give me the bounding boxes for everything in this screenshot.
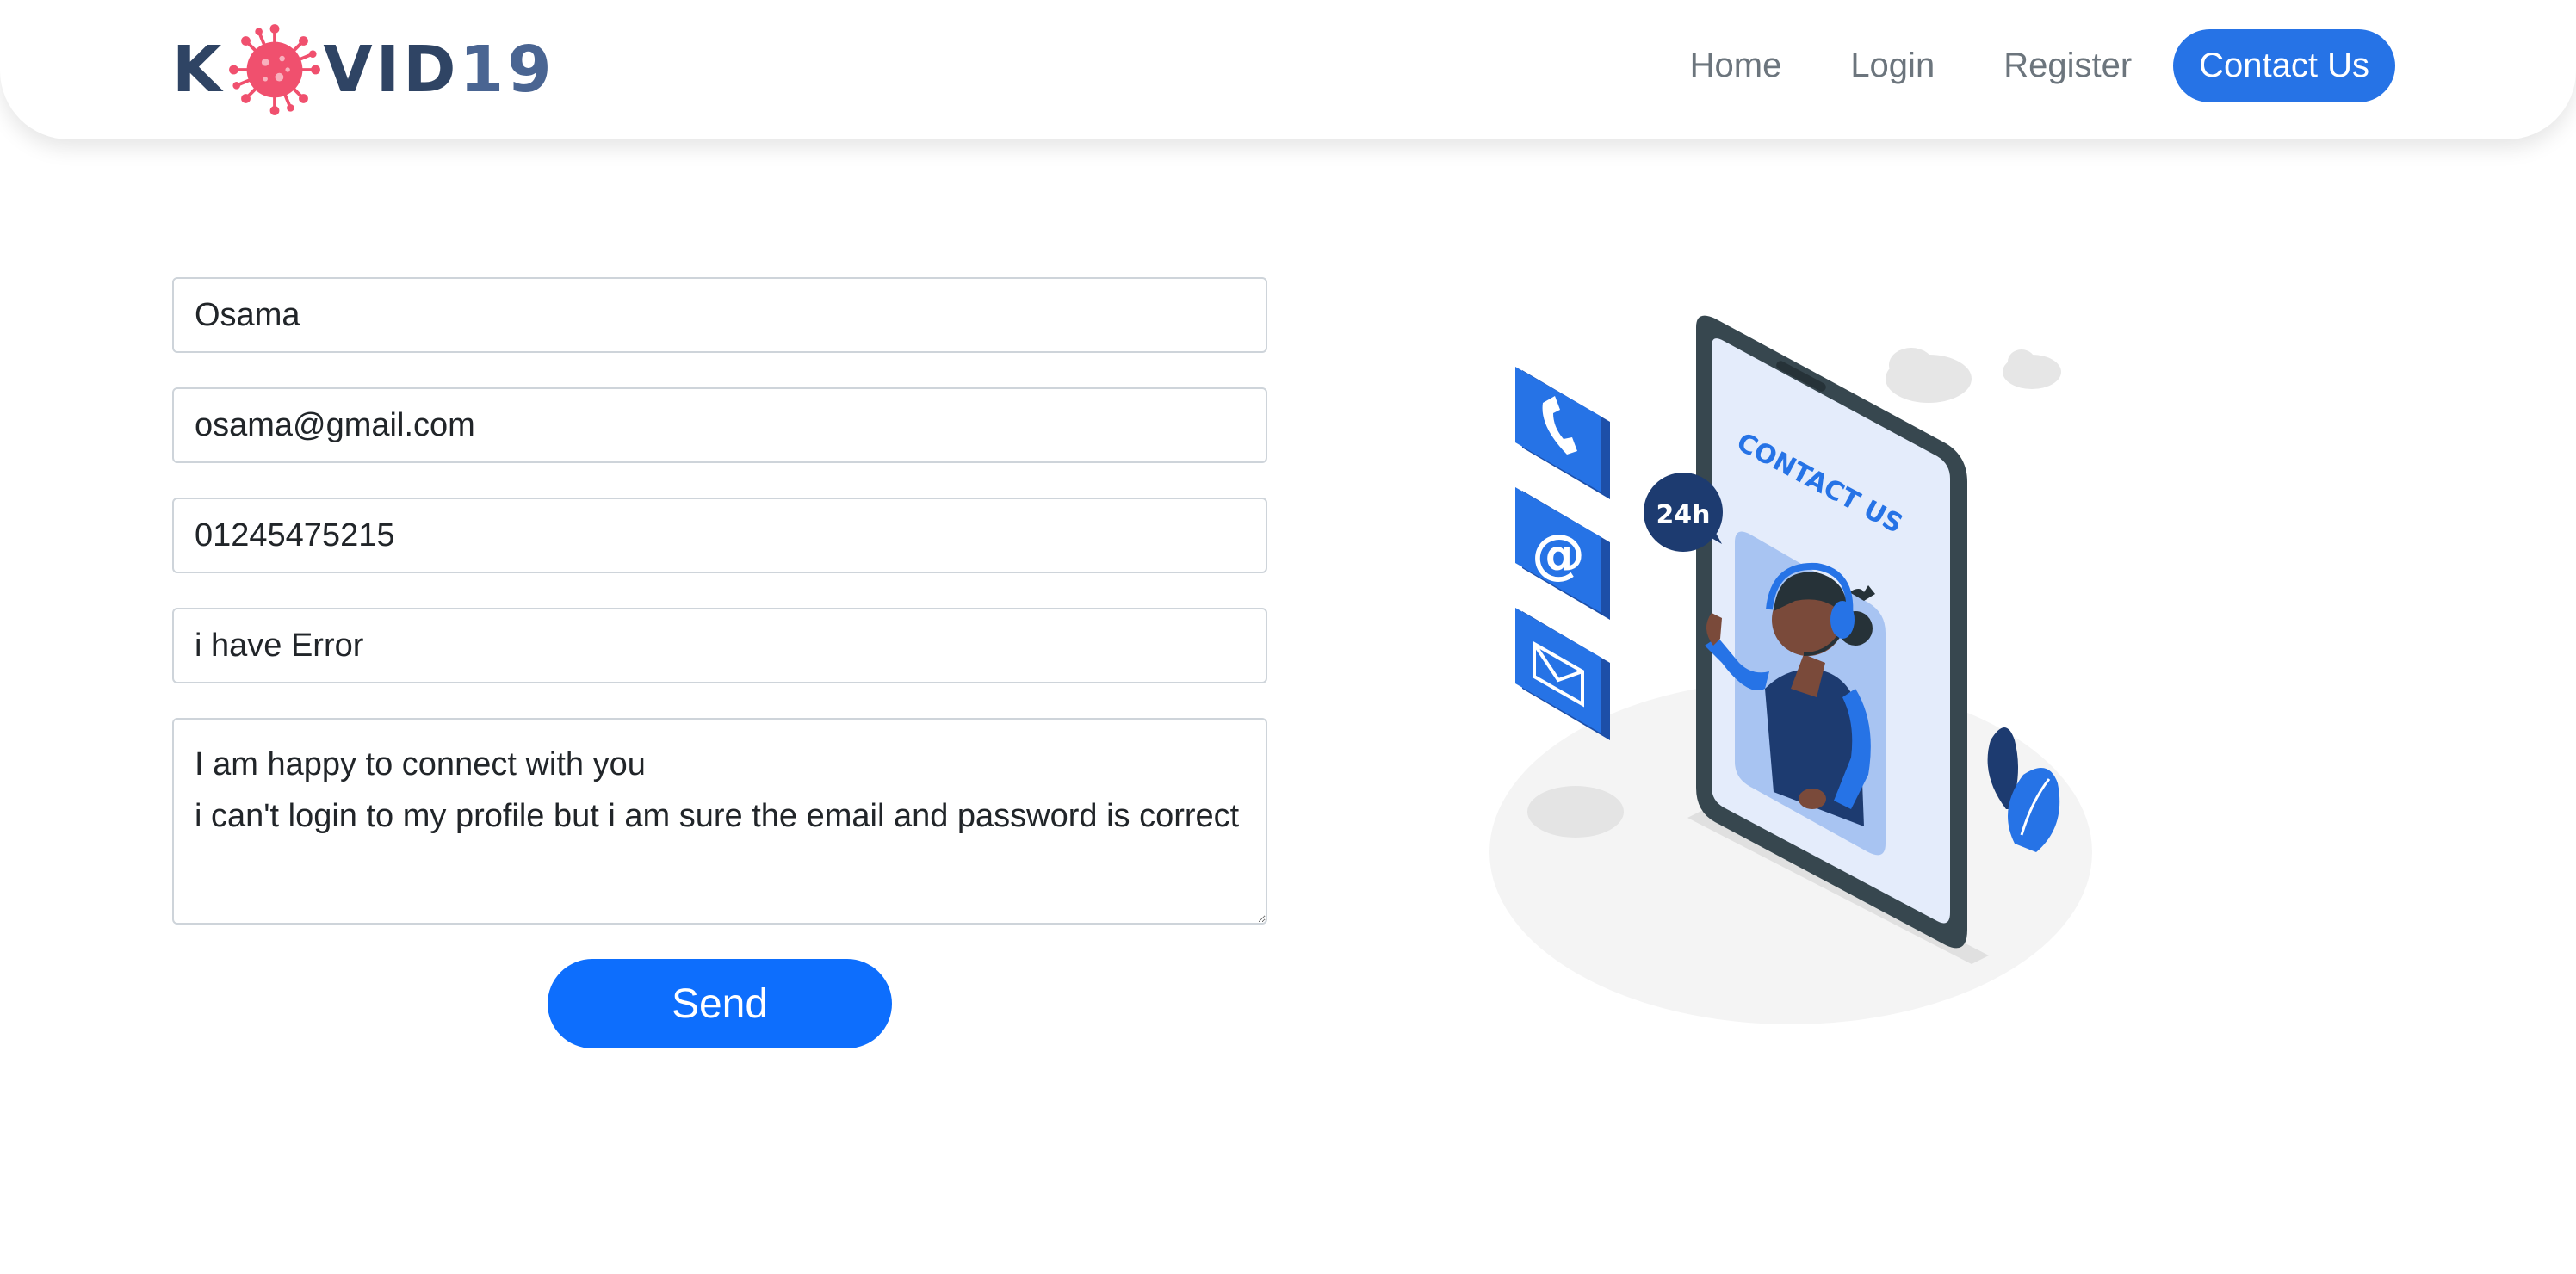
send-wrapper: Send (172, 959, 1267, 1048)
brand-suffix: VID19 (323, 33, 554, 107)
nav-register[interactable]: Register (1969, 33, 2166, 99)
email-field[interactable] (172, 387, 1267, 463)
brand-prefix: K (172, 33, 226, 107)
24h-badge: 24h (1644, 473, 1723, 552)
subject-field[interactable] (172, 608, 1267, 683)
brand-number: 19 (459, 33, 555, 107)
send-button[interactable]: Send (548, 959, 892, 1048)
virus-icon (229, 24, 321, 115)
cloud-icon (1886, 348, 2061, 403)
phone-field[interactable] (172, 498, 1267, 573)
message-field[interactable]: I am happy to connect with you i can't l… (172, 718, 1267, 925)
nav-contact-us[interactable]: Contact Us (2173, 29, 2395, 102)
contact-form: I am happy to connect with you i can't l… (172, 277, 1267, 1048)
brand-suffix-text: VID (323, 33, 460, 107)
badge-text: 24h (1656, 500, 1710, 530)
at-sign-icon: @ (1515, 487, 1610, 620)
brand-logo[interactable]: K VID19 (172, 22, 555, 117)
nav-login[interactable]: Login (1816, 33, 1969, 99)
name-field[interactable] (172, 277, 1267, 353)
main-nav: Home Login Register Contact Us (1656, 29, 2395, 102)
envelope-icon (1515, 608, 1610, 740)
contact-us-illustration: CONTACT US 24h @ (1489, 315, 2092, 1024)
phone-icon (1515, 367, 1610, 499)
svg-text:@: @ (1532, 523, 1585, 585)
floor-spot (1527, 786, 1624, 838)
nav-home[interactable]: Home (1656, 33, 1817, 99)
navbar: K VID19 Home Login Register Contact Us (0, 0, 2576, 139)
